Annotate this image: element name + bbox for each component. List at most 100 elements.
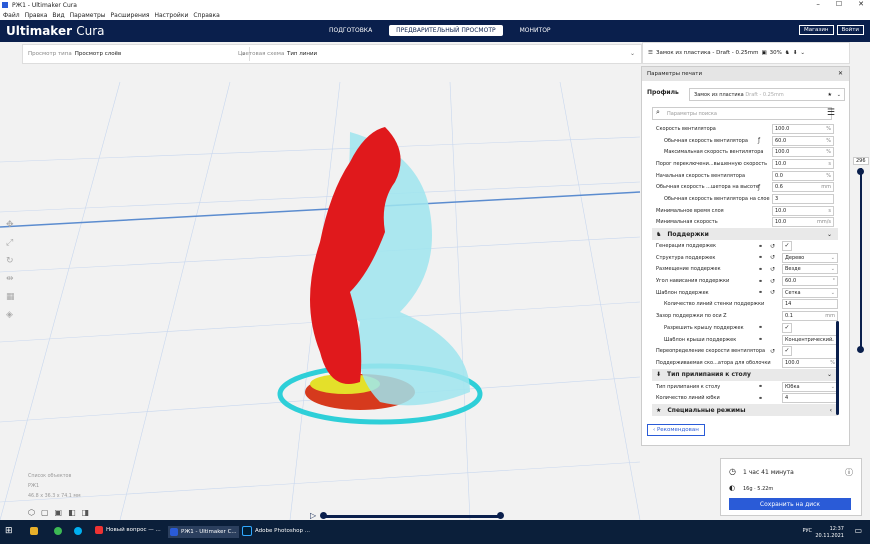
panel-title: Параметры печати xyxy=(647,71,703,77)
reset-icon[interactable]: ↺ xyxy=(770,243,775,250)
maximize-button[interactable]: ☐ xyxy=(836,0,842,8)
path-slider-end-handle[interactable] xyxy=(497,512,504,519)
system-clock[interactable]: 12:37 20.11.2021 xyxy=(815,526,844,540)
object-dimensions: 46.8 x 36.3 x 74.1 мм xyxy=(28,494,81,499)
setting-row: Зазор поддержки по оси Z 0.1 mm xyxy=(652,310,838,322)
right-view-icon[interactable]: ◨ xyxy=(82,508,90,517)
star-icon: ★ xyxy=(827,91,832,98)
skype-icon[interactable] xyxy=(74,527,82,537)
object-list-toggle[interactable]: Список объектов xyxy=(28,472,81,482)
save-to-disk-button[interactable]: Сохранить на диск xyxy=(729,498,851,510)
infill-icon: ▣ xyxy=(761,50,767,56)
login-button[interactable]: Войти xyxy=(836,25,864,35)
setting-row: Минимальная скорость 10.0 mm/s xyxy=(652,217,838,229)
3d-view-icon[interactable]: ⬡ xyxy=(28,508,35,517)
path-slider-start-handle[interactable] xyxy=(320,512,327,519)
folder-icon[interactable] xyxy=(30,527,38,535)
reset-icon[interactable]: ↺ xyxy=(770,348,775,355)
clock-icon: ◷ xyxy=(729,467,736,476)
left-view-icon[interactable]: ◧ xyxy=(68,508,76,517)
link-icon: ⚭ xyxy=(758,254,764,262)
profile-icon: ☰ xyxy=(648,50,653,56)
close-icon[interactable]: ✕ xyxy=(838,70,843,77)
link-icon: ⚭ xyxy=(758,383,764,391)
language-indicator[interactable]: РУС xyxy=(802,528,812,534)
link-icon: ⚭ xyxy=(758,277,764,285)
windows-start-icon[interactable]: ⊞ xyxy=(5,526,13,536)
layer-slider[interactable] xyxy=(860,168,862,352)
menu-help[interactable]: Справка xyxy=(193,12,219,19)
front-view-icon[interactable]: ▢ xyxy=(41,508,49,517)
material-usage: 16g · 5.22m xyxy=(743,486,774,492)
marketplace-button[interactable]: Магазин xyxy=(799,25,834,35)
menu-params[interactable]: Параметры xyxy=(70,12,106,19)
recommended-button[interactable]: ‹ Рекомендован xyxy=(647,424,705,436)
color-scheme-select[interactable]: Тип линии xyxy=(287,51,317,57)
view-type-select[interactable]: Просмотр слоёв xyxy=(75,51,122,57)
category-adhesion[interactable]: ⬇ Тип прилипания к столу ⌄ xyxy=(652,368,838,381)
reset-icon[interactable]: ↺ xyxy=(770,254,775,261)
close-window-button[interactable]: ✕ xyxy=(858,0,864,8)
menu-extensions[interactable]: Расширения xyxy=(111,12,150,19)
move-tool-icon[interactable]: ✥ xyxy=(6,220,15,230)
chrome-icon[interactable] xyxy=(54,527,62,537)
layer-path-slider[interactable] xyxy=(324,515,502,518)
menu-edit[interactable]: Правка xyxy=(25,12,48,19)
print-settings-panel: Параметры печати ✕ Профиль Замок из плас… xyxy=(641,66,850,446)
object-info: Список объектов РЖ1 46.8 x 36.3 x 74.1 м… xyxy=(28,472,81,502)
settings-scrollbar[interactable] xyxy=(836,321,839,415)
photoshop-icon xyxy=(242,526,252,536)
notifications-icon[interactable]: ▭ xyxy=(854,526,862,535)
menu-icon[interactable]: ☰ xyxy=(827,108,835,118)
setting-row: Поддерживаемая ско...атора для оболочки 1… xyxy=(652,357,838,369)
rotate-tool-icon[interactable]: ↻ xyxy=(6,256,15,266)
reset-icon[interactable]: ↺ xyxy=(770,278,775,285)
chevron-left-icon: ‹ xyxy=(653,427,656,433)
profile-select[interactable]: Замок из пластика Draft - 0.25mm ★ ⌄ xyxy=(689,88,845,101)
print-settings-bar[interactable]: ☰ Замок из пластика - Draft - 0.25mm ▣ 3… xyxy=(642,42,850,64)
layer-slider-bottom-handle[interactable] xyxy=(857,346,864,353)
support-blocker-icon[interactable]: ◈ xyxy=(6,310,15,320)
setting-row: Обычная скорость вентилятора на слое 3 xyxy=(652,193,838,205)
top-view-icon[interactable]: ▣ xyxy=(55,508,63,517)
settings-list: Скорость вентилятора 100.0% Обычная скоро… xyxy=(652,123,838,417)
minimize-button[interactable]: – xyxy=(816,0,820,8)
menu-settings[interactable]: Настройки xyxy=(154,12,188,19)
mirror-tool-icon[interactable]: ⇹ xyxy=(6,274,15,284)
play-icon[interactable]: ▷ xyxy=(310,511,316,520)
print-profile-summary: Замок из пластика - Draft - 0.25mm xyxy=(655,50,759,56)
reset-icon[interactable]: ↺ xyxy=(770,289,775,296)
setting-row: Разрешить крышу поддержек ⚭ ✓ xyxy=(652,322,838,334)
setting-row: Минимальное время слоя 10.0 s xyxy=(652,205,838,217)
infill-value: 30% xyxy=(769,50,782,56)
print-time: 1 час 41 минута xyxy=(743,469,794,476)
setting-row: Генерация поддержек ⚭ ↺ ✓ xyxy=(652,240,838,252)
star-icon: ★ xyxy=(656,406,662,414)
per-model-settings-icon[interactable]: ▦ xyxy=(6,292,15,302)
search-input[interactable]: Параметры поиска xyxy=(652,107,832,120)
menu-file[interactable]: Файл xyxy=(3,12,20,19)
category-special-modes[interactable]: ★ Специальные режимы ‹ xyxy=(652,404,838,417)
setting-row: Начальная скорость вентилятора 0.0% xyxy=(652,170,838,182)
layer-slider-top-handle[interactable] xyxy=(857,168,864,175)
taskbar-app-photoshop[interactable]: Adobe Photoshop ... xyxy=(242,526,310,536)
setting-row: Скорость вентилятора 100.0% xyxy=(652,123,838,135)
taskbar-app-cura[interactable]: РЖ1 - Ultimaker C... xyxy=(168,526,239,538)
reset-icon[interactable]: ↺ xyxy=(770,266,775,273)
tab-prepare[interactable]: ПОДГОТОВКА xyxy=(322,25,379,36)
setting-row: Структура поддержек ⚭ ↺ Дерево ⌄ xyxy=(652,252,838,264)
info-icon[interactable]: ⓘ xyxy=(845,467,853,478)
scale-tool-icon[interactable]: ⤢ xyxy=(6,238,15,248)
setting-row: Размещение поддержек ⚭ ↺ Везде ⌄ xyxy=(652,264,838,276)
setting-row: Переопределение скорости вентилятора ↺ ✓ xyxy=(652,345,838,357)
taskbar-app-browser[interactable]: Новый вопрос — ... xyxy=(95,526,161,534)
tab-preview[interactable]: ПРЕДВАРИТЕЛЬНЫЙ ПРОСМОТР xyxy=(389,25,503,36)
tab-monitor[interactable]: МОНИТОР xyxy=(513,25,558,36)
category-support[interactable]: ♞ Поддержки ⌄ xyxy=(652,228,838,241)
material-icon: ◐ xyxy=(729,484,736,492)
yandex-icon xyxy=(95,526,103,534)
menu-view[interactable]: Вид xyxy=(52,12,64,19)
layer-number: 296 xyxy=(853,157,869,165)
chevron-down-icon: ⌄ xyxy=(826,371,832,379)
link-icon: ⚭ xyxy=(758,289,764,297)
